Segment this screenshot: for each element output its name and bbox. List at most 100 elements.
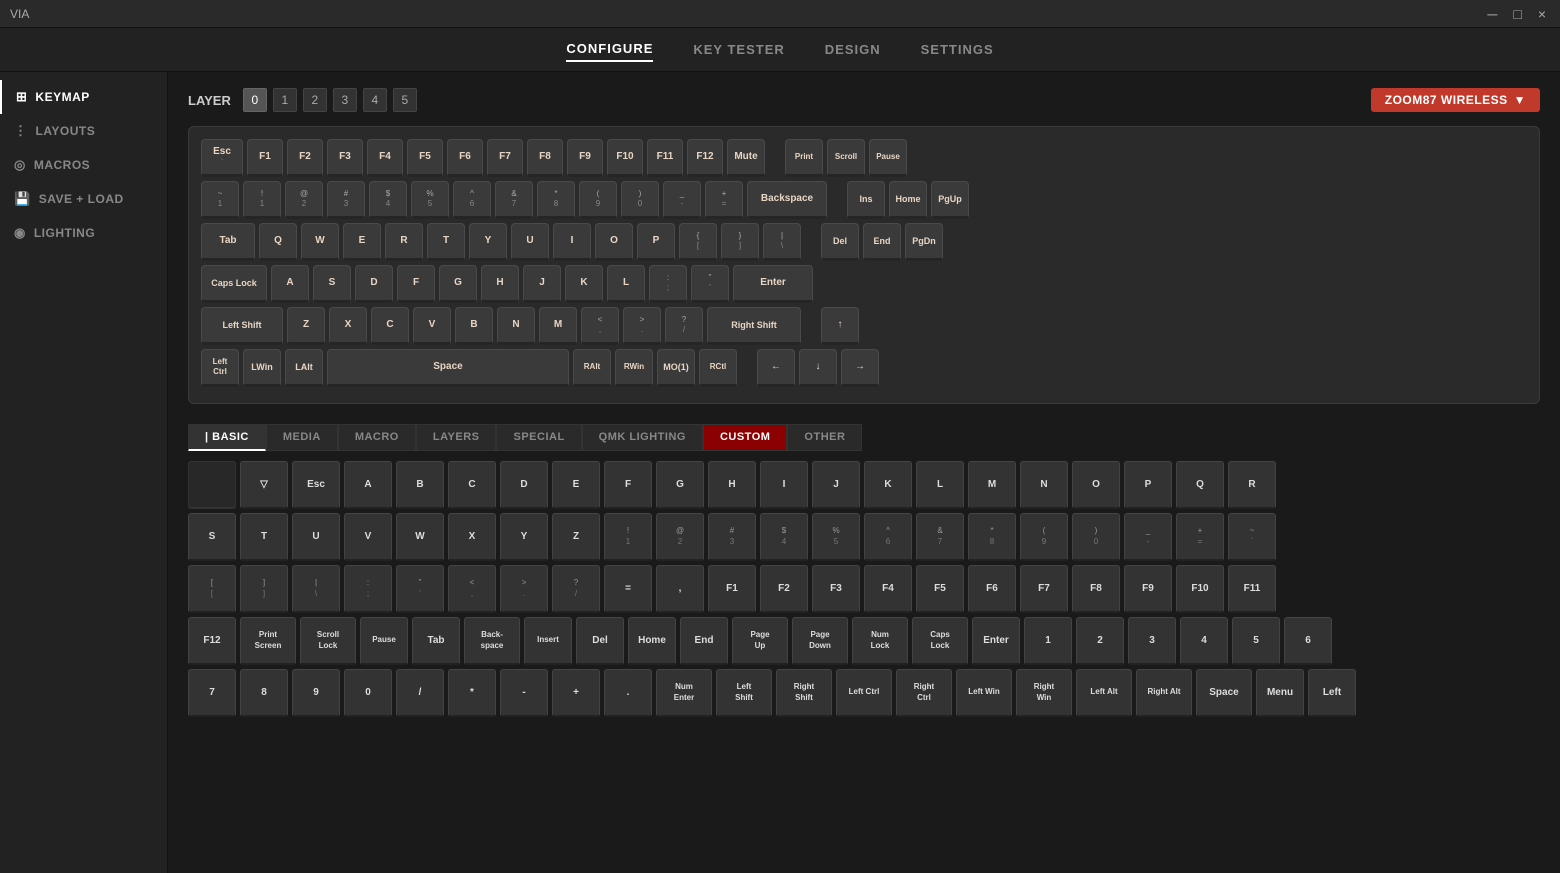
key-3[interactable]: #3 (327, 181, 365, 219)
pkey-num-0[interactable]: 0 (344, 669, 392, 717)
layer-btn-5[interactable]: 5 (393, 88, 417, 112)
pkey-l[interactable]: L (916, 461, 964, 509)
pkey-g[interactable]: G (656, 461, 704, 509)
key-print-screen[interactable]: Print (785, 139, 823, 177)
key-f2[interactable]: F2 (287, 139, 323, 177)
key-h[interactable]: H (481, 265, 519, 303)
pkey-tab[interactable]: Tab (412, 617, 460, 665)
key-backslash[interactable]: |\ (763, 223, 801, 261)
key-i[interactable]: I (553, 223, 591, 261)
pkey-i[interactable]: I (760, 461, 808, 509)
key-f7[interactable]: F7 (487, 139, 523, 177)
pkey-f5[interactable]: F5 (916, 565, 964, 613)
key-x[interactable]: X (329, 307, 367, 345)
key-0[interactable]: )0 (621, 181, 659, 219)
pkey-num-plus[interactable]: + (552, 669, 600, 717)
pkey-s[interactable]: S (188, 513, 236, 561)
pkey-colon[interactable]: :; (344, 565, 392, 613)
layer-btn-3[interactable]: 3 (333, 88, 357, 112)
pkey-lt-comma[interactable]: <, (448, 565, 496, 613)
key-p[interactable]: P (637, 223, 675, 261)
pkey-equals[interactable]: = (604, 565, 652, 613)
key-z[interactable]: Z (287, 307, 325, 345)
sidebar-item-save-load[interactable]: 💾 SAVE + LOAD (0, 182, 167, 216)
tab-other[interactable]: OTHER (787, 424, 862, 451)
tab-custom[interactable]: CUSTOM (703, 424, 787, 451)
pkey-enter[interactable]: Enter (972, 617, 1020, 665)
pkey-quote[interactable]: "' (396, 565, 444, 613)
pkey-c[interactable]: C (448, 461, 496, 509)
key-f1[interactable]: F1 (247, 139, 283, 177)
pkey-star-8[interactable]: *8 (968, 513, 1016, 561)
nav-key-tester[interactable]: KEY TESTER (693, 38, 784, 61)
key-left-shift[interactable]: Left Shift (201, 307, 283, 345)
key-tilde[interactable]: ~1 (201, 181, 239, 219)
key-tab[interactable]: Tab (201, 223, 255, 261)
key-pgdn[interactable]: PgDn (905, 223, 943, 261)
tab-special[interactable]: SPECIAL (496, 424, 581, 451)
pkey-pct-5[interactable]: %5 (812, 513, 860, 561)
pkey-e[interactable]: E (552, 461, 600, 509)
sidebar-item-keymap[interactable]: ⊞ KEYMAP (0, 80, 167, 114)
tab-basic[interactable]: | BASIC (188, 424, 266, 451)
key-f12[interactable]: F12 (687, 139, 723, 177)
pkey-esc[interactable]: Esc (292, 461, 340, 509)
key-left[interactable]: ← (757, 349, 795, 387)
pkey-gt-period[interactable]: >. (500, 565, 548, 613)
pkey-menu[interactable]: Menu (1256, 669, 1304, 717)
key-8[interactable]: *8 (537, 181, 575, 219)
key-enter[interactable]: Enter (733, 265, 813, 303)
key-f4[interactable]: F4 (367, 139, 403, 177)
key-right-shift[interactable]: Right Shift (707, 307, 801, 345)
key-a[interactable]: A (271, 265, 309, 303)
pkey-d[interactable]: D (500, 461, 548, 509)
pkey-qmark-slash[interactable]: ?/ (552, 565, 600, 613)
pkey-o[interactable]: O (1072, 461, 1120, 509)
pkey-under-minus[interactable]: _- (1124, 513, 1172, 561)
key-minus[interactable]: _- (663, 181, 701, 219)
pkey-f8[interactable]: F8 (1072, 565, 1120, 613)
key-f10[interactable]: F10 (607, 139, 643, 177)
key-space[interactable]: Space (327, 349, 569, 387)
key-j[interactable]: J (523, 265, 561, 303)
key-5[interactable]: %5 (411, 181, 449, 219)
pkey-at-2[interactable]: @2 (656, 513, 704, 561)
key-esc[interactable]: Esc` (201, 139, 243, 177)
key-1[interactable]: !1 (243, 181, 281, 219)
key-f9[interactable]: F9 (567, 139, 603, 177)
layer-btn-0[interactable]: 0 (243, 88, 267, 112)
pkey-q[interactable]: Q (1176, 461, 1224, 509)
layer-btn-2[interactable]: 2 (303, 88, 327, 112)
pkey-w[interactable]: W (396, 513, 444, 561)
pkey-amp-7[interactable]: &7 (916, 513, 964, 561)
key-left-win[interactable]: LWin (243, 349, 281, 387)
key-equals[interactable]: += (705, 181, 743, 219)
key-semicolon[interactable]: :; (649, 265, 687, 303)
key-m[interactable]: M (539, 307, 577, 345)
key-mo1[interactable]: MO(1) (657, 349, 695, 387)
key-b[interactable]: B (455, 307, 493, 345)
pkey-num-2[interactable]: 2 (1076, 617, 1124, 665)
key-f3[interactable]: F3 (327, 139, 363, 177)
key-y[interactable]: Y (469, 223, 507, 261)
pkey-lparen-9[interactable]: (9 (1020, 513, 1068, 561)
close-button[interactable]: × (1534, 6, 1550, 22)
pkey-n[interactable]: N (1020, 461, 1068, 509)
key-f8[interactable]: F8 (527, 139, 563, 177)
pkey-scroll-lock[interactable]: ScrollLock (300, 617, 356, 665)
sidebar-item-layouts[interactable]: ⋮ LAYOUTS (0, 114, 167, 148)
minimize-button[interactable]: ─ (1483, 6, 1501, 22)
pkey-transparent[interactable]: ▽ (240, 461, 288, 509)
key-k[interactable]: K (565, 265, 603, 303)
pkey-k[interactable]: K (864, 461, 912, 509)
pkey-page-down[interactable]: PageDown (792, 617, 848, 665)
key-up[interactable]: ↑ (821, 307, 859, 345)
key-u[interactable]: U (511, 223, 549, 261)
key-period[interactable]: >. (623, 307, 661, 345)
key-end[interactable]: End (863, 223, 901, 261)
key-quote[interactable]: "' (691, 265, 729, 303)
key-scroll-lock[interactable]: Scroll (827, 139, 865, 177)
key-f[interactable]: F (397, 265, 435, 303)
key-backspace[interactable]: Backspace (747, 181, 827, 219)
key-7[interactable]: &7 (495, 181, 533, 219)
